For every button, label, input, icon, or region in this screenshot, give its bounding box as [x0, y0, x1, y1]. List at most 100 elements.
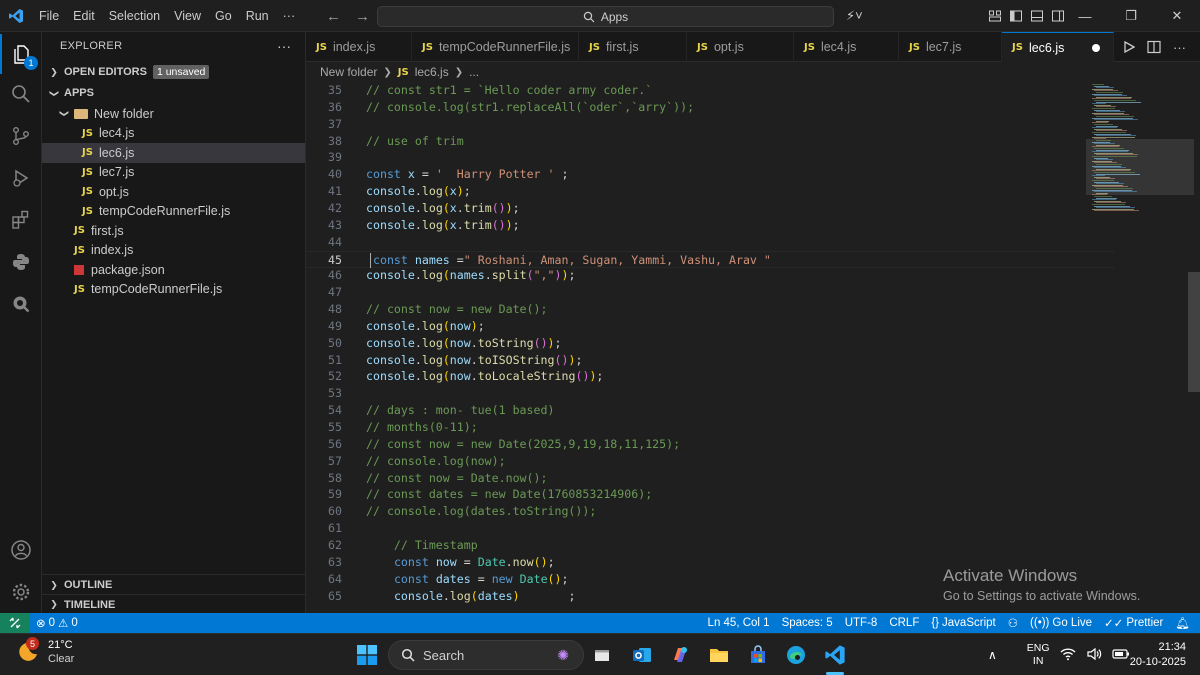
tree-file-lec4[interactable]: JS lec4.js: [42, 124, 305, 144]
command-center[interactable]: Apps: [377, 6, 834, 27]
source-control-icon[interactable]: [0, 116, 42, 156]
code-line-59[interactable]: 59 // const dates = new Date(176085321490…: [306, 486, 1114, 503]
code-line-53[interactable]: 53: [306, 385, 1114, 402]
wifi-icon[interactable]: [1060, 647, 1076, 664]
tab-index[interactable]: JS index.js: [306, 32, 412, 62]
breadcrumb-more[interactable]: ...: [469, 65, 479, 79]
code-line-58[interactable]: 58 // const now = Date.now();: [306, 470, 1114, 487]
customize-layout-icon[interactable]: [988, 9, 1002, 23]
notifications-bell-icon[interactable]: 🔔︎: [1169, 616, 1196, 630]
code-editor[interactable]: 35 // const str1 = `Hello coder army code…: [306, 82, 1200, 613]
input-language[interactable]: ENG IN: [1027, 642, 1050, 668]
tree-file-opt[interactable]: JS opt.js: [42, 182, 305, 202]
back-arrow-icon[interactable]: ←: [326, 8, 341, 25]
battery-icon[interactable]: [1111, 648, 1130, 663]
close-window-button[interactable]: ✕: [1154, 0, 1200, 32]
code-line-37[interactable]: 37: [306, 116, 1114, 133]
encoding[interactable]: UTF-8: [839, 617, 884, 629]
show-hidden-icons-chevron-icon[interactable]: ∧: [988, 648, 997, 662]
code-line-51[interactable]: 51 console.log(now.toISOString());: [306, 352, 1114, 369]
unsaved-dot-icon[interactable]: [1092, 43, 1101, 52]
remote-indicator-icon[interactable]: [0, 613, 30, 633]
code-line-39[interactable]: 39: [306, 149, 1114, 166]
code-line-50[interactable]: 50 console.log(now.toString());: [306, 335, 1114, 352]
tab-lec4[interactable]: JS lec4.js: [794, 32, 899, 62]
vscode-taskbar-icon[interactable]: [821, 641, 849, 669]
tab-opt[interactable]: JS opt.js: [687, 32, 794, 62]
cursor-position[interactable]: Ln 45, Col 1: [702, 617, 776, 629]
toggle-panel-icon[interactable]: [1030, 9, 1044, 23]
manage-gear-icon[interactable]: [0, 572, 42, 612]
split-editor-icon[interactable]: [1147, 40, 1161, 54]
editor-more-icon[interactable]: ···: [1173, 40, 1186, 55]
timeline-section[interactable]: ❯ TIMELINE: [42, 595, 306, 614]
indentation[interactable]: Spaces: 5: [776, 617, 839, 629]
code-line-55[interactable]: 55 // months(0-11);: [306, 419, 1114, 436]
breadcrumb-file[interactable]: lec6.js: [415, 65, 449, 79]
tab-first[interactable]: JS first.js: [579, 32, 687, 62]
open-editors-section[interactable]: ❯ OPEN EDITORS 1 unsaved: [42, 61, 305, 83]
code-line-35[interactable]: 35 // const str1 = `Hello coder army code…: [306, 82, 1114, 99]
menu-more-icon[interactable]: ···: [276, 0, 303, 32]
taskbar-clock[interactable]: 21:34 20-10-2025: [1130, 640, 1186, 670]
taskbar-search[interactable]: Search ✺: [388, 640, 584, 670]
tree-file-package-json[interactable]: package.json: [42, 260, 305, 280]
accounts-icon[interactable]: [0, 530, 42, 570]
end-of-line[interactable]: CRLF: [883, 617, 925, 629]
python-icon[interactable]: [0, 242, 42, 282]
code-line-36[interactable]: 36 // console.log(str1.replaceAll(`oder`,…: [306, 99, 1114, 116]
search-view-icon[interactable]: [0, 74, 42, 114]
run-code-icon[interactable]: [1123, 41, 1135, 53]
code-line-61[interactable]: 61: [306, 520, 1114, 537]
tree-file-first[interactable]: JS first.js: [42, 221, 305, 241]
minimap[interactable]: [1086, 82, 1194, 613]
explorer-more-icon[interactable]: ···: [277, 38, 291, 54]
run-debug-icon[interactable]: [0, 158, 42, 198]
tree-file-index[interactable]: JS index.js: [42, 241, 305, 261]
tab-lec7[interactable]: JS lec7.js: [899, 32, 1002, 62]
code-line-41[interactable]: 41 console.log(x);: [306, 183, 1114, 200]
outlook-icon[interactable]: [628, 641, 656, 669]
edge-browser-icon[interactable]: [782, 641, 810, 669]
prettier-button[interactable]: ✓✓ Prettier: [1098, 616, 1169, 630]
task-view-icon[interactable]: [588, 641, 616, 669]
code-line-62[interactable]: 62 // Timestamp: [306, 537, 1114, 554]
copilot-icon[interactable]: ⚡˅: [846, 8, 863, 24]
vertical-scrollbar[interactable]: [1188, 272, 1200, 392]
code-line-44[interactable]: 44: [306, 234, 1114, 251]
restore-button[interactable]: ❐: [1108, 0, 1154, 32]
code-line-52[interactable]: 52 console.log(now.toLocaleString());: [306, 368, 1114, 385]
code-line-40[interactable]: 40 const x = ' Harry Potter ' ;: [306, 166, 1114, 183]
copilot-app-icon[interactable]: [666, 641, 694, 669]
menu-go[interactable]: Go: [208, 0, 239, 32]
copilot-status-icon[interactable]: ⚇: [1002, 616, 1024, 630]
apps-root-section[interactable]: ❯ APPS: [42, 82, 305, 104]
menu-selection[interactable]: Selection: [102, 0, 167, 32]
tab-tempcoderunner[interactable]: JS tempCodeRunnerFile.js: [412, 32, 579, 62]
code-line-60[interactable]: 60 // console.log(dates.toString());: [306, 503, 1114, 520]
code-line-47[interactable]: 47: [306, 284, 1114, 301]
code-line-56[interactable]: 56 // const now = new Date(2025,9,19,18,1…: [306, 436, 1114, 453]
weather-widget[interactable]: 5 21°C Clear: [16, 637, 74, 666]
code-line-54[interactable]: 54 // days : mon- tue(1 based): [306, 402, 1114, 419]
remote-search-icon[interactable]: [0, 284, 42, 324]
toggle-sidebar-icon[interactable]: [1009, 9, 1023, 23]
code-line-45[interactable]: 45 const names =" Roshani, Aman, Sugan, …: [306, 250, 1114, 268]
code-line-46[interactable]: 46 console.log(names.split(","));: [306, 267, 1114, 284]
breadcrumb-folder[interactable]: New folder: [320, 65, 377, 79]
language-mode[interactable]: {} JavaScript: [925, 617, 1001, 629]
menu-file[interactable]: File: [32, 0, 66, 32]
code-line-38[interactable]: 38 // use of trim: [306, 133, 1114, 150]
forward-arrow-icon[interactable]: →: [355, 8, 370, 25]
problems-indicator[interactable]: ⊗ 0 ⚠ 0: [30, 616, 84, 630]
explorer-icon[interactable]: 1: [0, 34, 42, 74]
code-line-42[interactable]: 42 console.log(x.trim());: [306, 200, 1114, 217]
tree-file-root-tempcoderunner[interactable]: JS tempCodeRunnerFile.js: [42, 280, 305, 300]
go-live-button[interactable]: ((•)) Go Live: [1024, 617, 1098, 629]
extensions-icon[interactable]: [0, 200, 42, 240]
microsoft-store-icon[interactable]: [744, 641, 772, 669]
start-button[interactable]: [356, 644, 378, 669]
file-explorer-icon[interactable]: [705, 641, 733, 669]
code-line-57[interactable]: 57 // console.log(now);: [306, 453, 1114, 470]
code-line-49[interactable]: 49 console.log(now);: [306, 318, 1114, 335]
